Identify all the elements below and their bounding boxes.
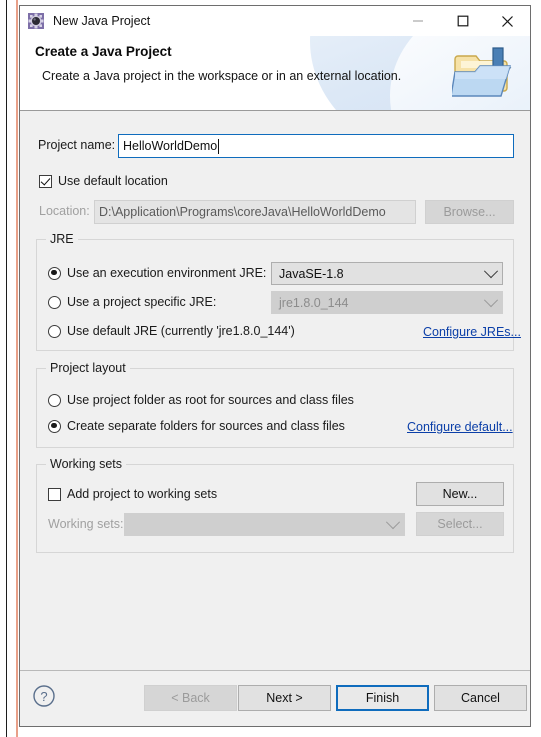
page-title: Create a Java Project: [35, 44, 172, 59]
minimize-icon: [412, 20, 423, 22]
finish-button-label: Finish: [365, 691, 400, 705]
jre-group-title: JRE: [46, 232, 78, 246]
use-default-location-label: Use default location: [58, 174, 168, 188]
add-to-working-sets-row[interactable]: Add project to working sets: [48, 487, 217, 501]
page-subtitle: Create a Java project in the workspace o…: [42, 69, 402, 83]
execution-environment-combo[interactable]: JavaSE-1.8: [271, 262, 503, 285]
jre-default-radio[interactable]: [48, 324, 61, 338]
working-sets-label-row: Working sets:: [48, 517, 124, 531]
background-window-edge: [6, 0, 7, 737]
configure-default-link[interactable]: Configure default...: [407, 420, 513, 434]
project-layout-group: Project layout: [36, 361, 514, 448]
chevron-down-icon: [483, 292, 499, 307]
layout-option-separate-folders[interactable]: Create separate folders for sources and …: [48, 419, 345, 433]
window-controls: [395, 6, 530, 36]
location-label: Location:: [39, 204, 90, 218]
execution-environment-value: JavaSE-1.8: [279, 266, 344, 281]
layout-separate-folders-radio[interactable]: [48, 419, 61, 433]
new-java-project-dialog: New Java Project Create a Java Project C…: [19, 5, 531, 727]
project-name-value: HelloWorldDemo: [123, 139, 218, 153]
finish-button[interactable]: Finish: [336, 685, 429, 711]
select-working-set-button: Select...: [416, 512, 504, 536]
title-bar: New Java Project: [20, 6, 530, 36]
jre-option-execution-environment[interactable]: Use an execution environment JRE:: [48, 266, 266, 280]
project-layout-group-title: Project layout: [46, 361, 130, 375]
chevron-down-icon: [385, 514, 401, 529]
dialog-header: Create a Java Project Create a Java proj…: [20, 36, 530, 111]
new-working-set-button[interactable]: New...: [416, 482, 504, 506]
dialog-body: Project name: HelloWorldDemo Use default…: [20, 111, 530, 670]
svg-text:?: ?: [40, 689, 47, 704]
jre-project-specific-label: Use a project specific JRE:: [67, 295, 217, 309]
help-question-icon[interactable]: ?: [32, 684, 56, 708]
window-title: New Java Project: [53, 14, 151, 28]
location-value: D:\Application\Programs\coreJava\HelloWo…: [99, 205, 386, 219]
jre-execution-environment-radio[interactable]: [48, 266, 61, 280]
browse-button: Browse...: [425, 200, 514, 224]
browse-button-label: Browse...: [443, 205, 496, 219]
jre-project-specific-radio[interactable]: [48, 295, 61, 309]
close-button[interactable]: [485, 6, 530, 36]
add-to-working-sets-checkbox[interactable]: [48, 487, 61, 501]
project-specific-jre-value: jre1.8.0_144: [279, 295, 349, 310]
jre-default-label: Use default JRE (currently 'jre1.8.0_144…: [67, 324, 295, 338]
jre-option-project-specific[interactable]: Use a project specific JRE:: [48, 295, 216, 309]
minimize-button[interactable]: [395, 6, 440, 36]
background-window-accent-line: [16, 0, 18, 737]
working-sets-label: Working sets:: [48, 517, 124, 531]
back-button-label: < Back: [171, 691, 210, 705]
maximize-button[interactable]: [440, 6, 485, 36]
close-icon: [502, 15, 513, 27]
project-name-row: Project name:: [38, 138, 115, 152]
layout-option-project-folder-root[interactable]: Use project folder as root for sources a…: [48, 393, 354, 407]
configure-jres-link[interactable]: Configure JREs...: [423, 325, 521, 339]
layout-project-folder-root-label: Use project folder as root for sources a…: [67, 393, 354, 407]
next-button[interactable]: Next >: [238, 685, 331, 711]
project-name-input[interactable]: HelloWorldDemo: [118, 134, 514, 158]
new-working-set-label: New...: [442, 487, 478, 501]
dialog-footer: ? < Back Next > Finish Cancel: [20, 670, 530, 726]
location-input: D:\Application\Programs\coreJava\HelloWo…: [94, 200, 416, 224]
working-sets-group: Working sets: [36, 457, 514, 553]
jre-execution-environment-label: Use an execution environment JRE:: [67, 266, 267, 280]
working-sets-combo: [124, 513, 405, 536]
select-working-set-label: Select...: [437, 517, 483, 531]
use-default-location-row[interactable]: Use default location: [39, 174, 168, 188]
layout-separate-folders-label: Create separate folders for sources and …: [67, 419, 345, 433]
eclipse-java-project-icon: [27, 12, 45, 30]
new-java-project-folder-icon: [450, 42, 518, 104]
maximize-icon: [457, 15, 468, 27]
layout-project-folder-root-radio[interactable]: [48, 393, 61, 407]
next-button-label: Next >: [266, 691, 303, 705]
location-label-row: Location:: [39, 204, 90, 218]
use-default-location-checkbox[interactable]: [39, 174, 52, 188]
cancel-button[interactable]: Cancel: [434, 685, 527, 711]
project-specific-jre-combo: jre1.8.0_144: [271, 291, 503, 314]
project-name-label: Project name:: [38, 138, 116, 152]
back-button: < Back: [144, 685, 237, 711]
working-sets-group-title: Working sets: [46, 457, 127, 471]
add-to-working-sets-label: Add project to working sets: [67, 487, 218, 501]
text-caret: [218, 138, 220, 154]
jre-option-default[interactable]: Use default JRE (currently 'jre1.8.0_144…: [48, 324, 295, 338]
chevron-down-icon: [483, 263, 499, 278]
cancel-button-label: Cancel: [461, 691, 500, 705]
